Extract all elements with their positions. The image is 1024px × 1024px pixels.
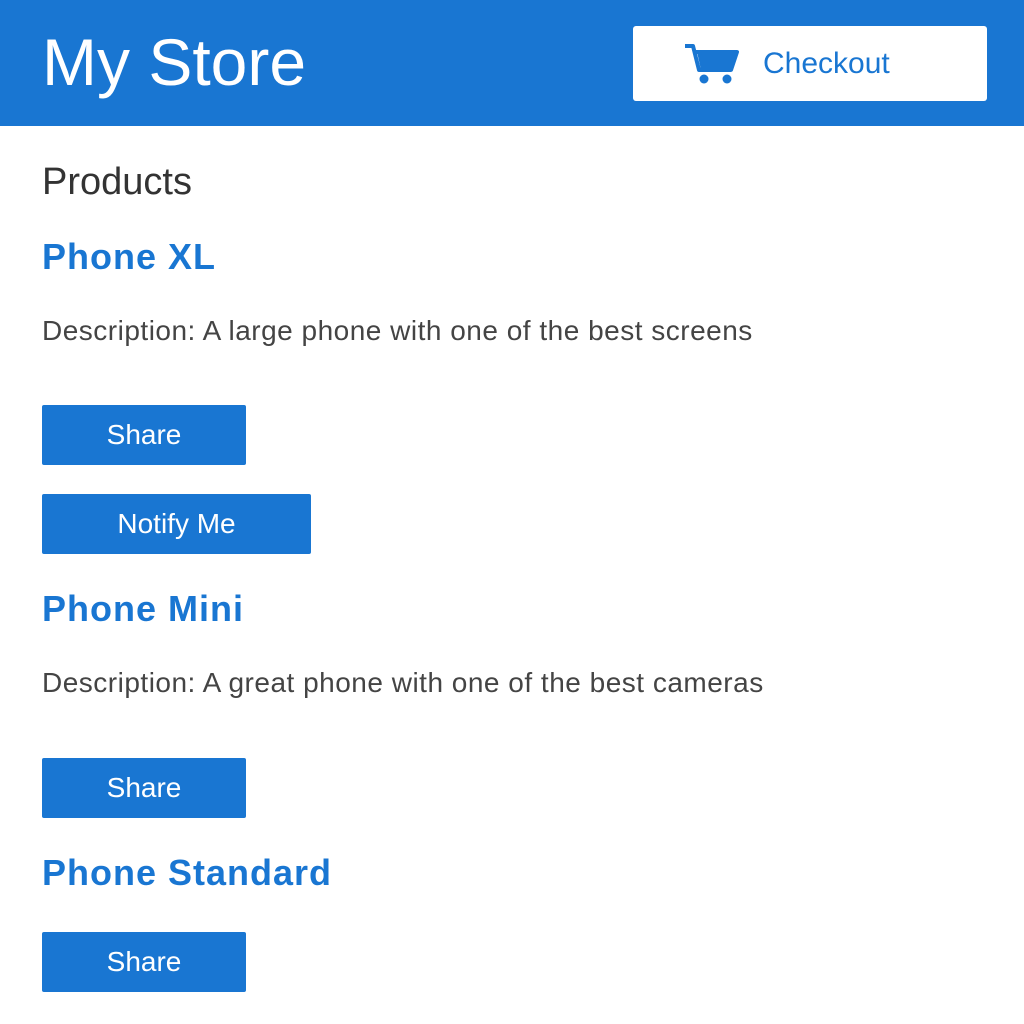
notify-me-button-phone-xl[interactable]: Notify Me xyxy=(42,494,311,554)
checkout-label: Checkout xyxy=(763,46,890,80)
product-name-phone-xl[interactable]: Phone XL xyxy=(42,236,216,278)
product-name-phone-standard[interactable]: Phone Standard xyxy=(42,852,332,894)
top-bar: My Store Checkout xyxy=(0,0,1024,126)
product-description-phone-mini: Description: A great phone with one of t… xyxy=(42,667,764,698)
product-name-phone-mini[interactable]: Phone Mini xyxy=(42,588,244,630)
store-title-link[interactable]: My Store xyxy=(42,22,306,102)
shopping-cart-icon xyxy=(685,43,739,83)
share-button-phone-standard[interactable]: Share xyxy=(42,932,246,992)
share-button-phone-xl[interactable]: Share xyxy=(42,405,246,465)
product-description-phone-xl: Description: A large phone with one of t… xyxy=(42,315,753,346)
checkout-button[interactable]: Checkout xyxy=(633,26,987,101)
page-title: Products xyxy=(42,161,192,203)
share-button-phone-mini[interactable]: Share xyxy=(42,758,246,818)
